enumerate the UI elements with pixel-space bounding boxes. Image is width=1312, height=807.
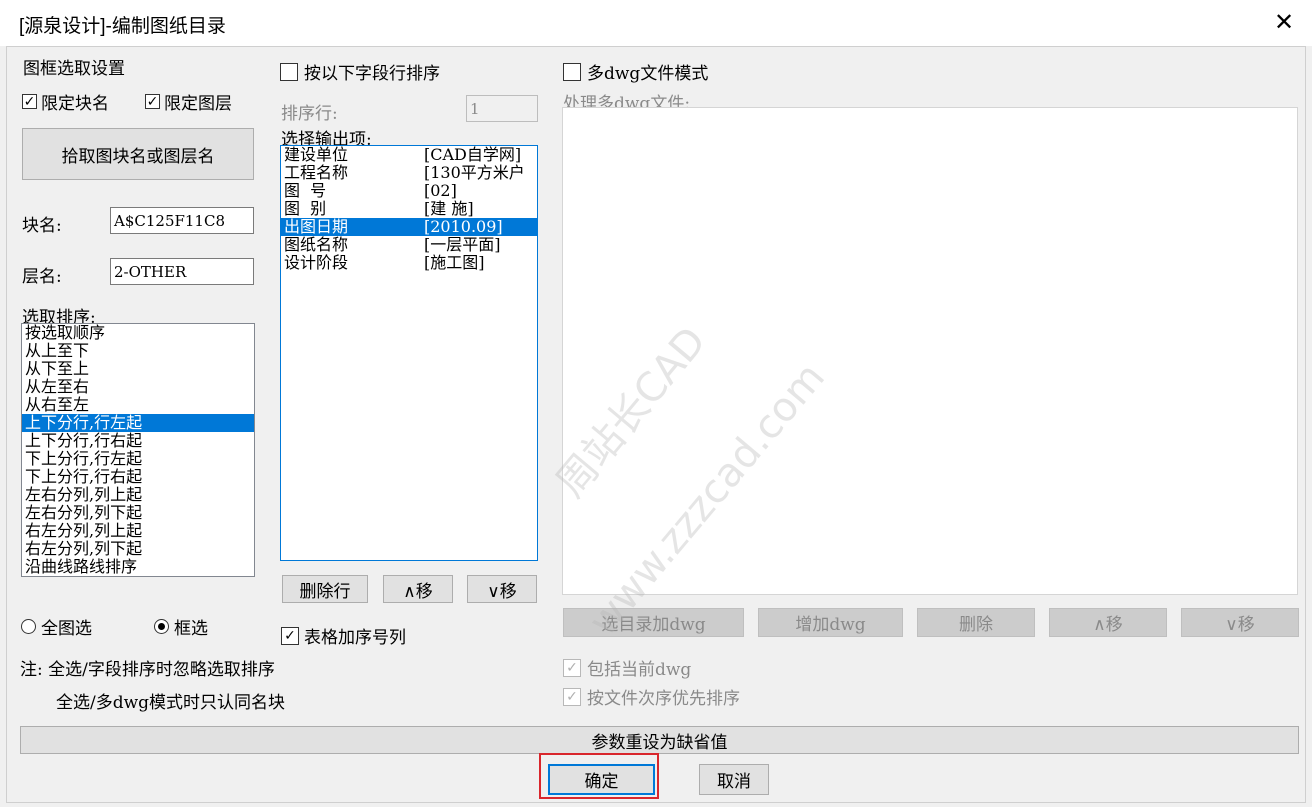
check-icon: ✓ (22, 93, 37, 110)
sort-checkbox[interactable]: 按以下字段行排序 (280, 59, 440, 84)
output-listbox[interactable]: 建设单位 [CAD自学网] 工程名称 [130平方米户图 号 [02] 图 别 [建 施] 出… (280, 145, 538, 561)
layer-name-input[interactable]: 2-OTHER (110, 258, 254, 285)
table-seq-label: 表格加序号列 (304, 628, 406, 648)
radio-icon (21, 619, 36, 634)
cancel-button[interactable]: 取消 (699, 764, 769, 795)
group-title: 图框选取设置 (23, 59, 125, 79)
radio-box-label: 框选 (174, 619, 208, 639)
check-icon: ✓ (281, 626, 299, 645)
order-list-item[interactable]: 沿曲线路线排序 (22, 558, 254, 576)
layer-name-label: 层名: (22, 267, 62, 287)
limit-block-checkbox[interactable]: ✓ 限定块名 (22, 89, 109, 114)
output-item-name: 出图日期 (284, 217, 349, 236)
sort-checkbox-label: 按以下字段行排序 (304, 64, 440, 84)
output-item-name: 建设单位 (284, 145, 349, 164)
output-list-item[interactable]: 工程名称 [130平方米户 (281, 164, 537, 182)
order-list-item[interactable]: 右左分列,列下起 (22, 540, 254, 558)
output-item-name: 设计阶段 (284, 253, 349, 272)
radio-all-label: 全图选 (41, 619, 92, 639)
output-list-item[interactable]: 设计阶段 [施工图] (281, 254, 537, 272)
dwg-move-down-button[interactable]: ∨移 (1181, 608, 1299, 637)
output-item-value: [2010.09] (424, 217, 503, 236)
output-item-value: [建 施] (424, 199, 474, 218)
output-list-item[interactable]: 图 别 [建 施] (281, 200, 537, 218)
delete-dwg-button[interactable]: 删除 (917, 608, 1035, 637)
checkbox-empty-icon (563, 62, 581, 81)
dwg-move-up-button[interactable]: ∧移 (1049, 608, 1167, 637)
order-list-item[interactable]: 右左分列,列上起 (22, 522, 254, 540)
table-seq-checkbox[interactable]: ✓ 表格加序号列 (281, 623, 406, 648)
limit-layer-label: 限定图层 (164, 94, 232, 114)
output-list-item[interactable]: 出图日期 [2010.09] (281, 218, 537, 236)
output-item-value: [130平方米户 (424, 163, 525, 182)
output-item-name: 图 号 (284, 181, 327, 200)
order-list-item[interactable]: 上下分行,行左起 (22, 414, 254, 432)
order-list-item[interactable]: 从右至左 (22, 396, 254, 414)
check-icon: ✓ (145, 93, 160, 110)
sort-row-input[interactable]: 1 (466, 95, 538, 122)
output-item-value: [02] (424, 181, 457, 200)
window-title: [源泉设计]-编制图纸目录 (19, 16, 226, 37)
file-order-checkbox[interactable]: ✓ 按文件次序优先排序 (563, 684, 740, 709)
order-listbox[interactable]: 按选取顺序 从上至下 从下至上 从左至右 从右至左 上下分行,行左起 上下分行,行右起 下上分… (21, 323, 255, 577)
note-line-2: 全选/多dwg模式时只认同名块 (56, 693, 286, 713)
output-item-value: [施工图] (424, 253, 485, 272)
order-list-item[interactable]: 按选取顺序 (22, 324, 254, 342)
move-down-button[interactable]: ∨移 (467, 575, 537, 603)
radio-selected-icon (154, 619, 169, 634)
check-icon: ✓ (563, 687, 581, 706)
dwg-file-list[interactable] (562, 107, 1298, 595)
order-list-item[interactable]: 上下分行,行右起 (22, 432, 254, 450)
radio-box[interactable]: 框选 (154, 614, 208, 639)
sort-row-label: 排序行: (281, 104, 338, 124)
file-order-label: 按文件次序优先排序 (587, 689, 740, 709)
note-line-1: 注: 全选/字段排序时忽略选取排序 (20, 660, 275, 680)
order-list-item[interactable]: 从左至右 (22, 378, 254, 396)
order-list-item[interactable]: 从上至下 (22, 342, 254, 360)
checkbox-empty-icon (280, 62, 298, 81)
multi-dwg-checkbox[interactable]: 多dwg文件模式 (563, 59, 708, 84)
include-current-checkbox[interactable]: ✓ 包括当前dwg (563, 655, 691, 680)
pick-block-button[interactable]: 拾取图块名或图层名 (22, 128, 254, 180)
order-list-item[interactable]: 下上分行,行左起 (22, 450, 254, 468)
add-dwg-button[interactable]: 增加dwg (758, 608, 903, 637)
ok-button[interactable]: 确定 (548, 764, 655, 795)
delete-row-button[interactable]: 删除行 (282, 575, 368, 603)
output-item-value: [一层平面] (424, 235, 501, 254)
output-list-item[interactable]: 图 号 [02] (281, 182, 537, 200)
order-list-item[interactable]: 下上分行,行右起 (22, 468, 254, 486)
limit-block-label: 限定块名 (41, 94, 109, 114)
add-dir-dwg-button[interactable]: 选目录加dwg (563, 608, 744, 637)
close-icon[interactable]: ✕ (1270, 8, 1298, 36)
output-list-item[interactable]: 图纸名称 [一层平面] (281, 236, 537, 254)
output-item-name: 图 别 (284, 199, 327, 218)
block-name-input[interactable]: A$C125F11C8 (110, 207, 254, 234)
check-icon: ✓ (563, 658, 581, 677)
radio-all[interactable]: 全图选 (21, 614, 92, 639)
order-list-item[interactable]: 从下至上 (22, 360, 254, 378)
limit-layer-checkbox[interactable]: ✓ 限定图层 (145, 89, 232, 114)
output-item-name: 图纸名称 (284, 235, 349, 254)
block-name-label: 块名: (22, 216, 62, 236)
multi-dwg-label: 多dwg文件模式 (587, 64, 709, 84)
move-up-button[interactable]: ∧移 (383, 575, 453, 603)
include-current-label: 包括当前dwg (587, 660, 692, 680)
reset-defaults-button[interactable]: 参数重设为缺省值 (20, 726, 1299, 754)
order-list-item[interactable]: 左右分列,列下起 (22, 504, 254, 522)
output-item-value: [CAD自学网] (424, 145, 522, 164)
order-list-item[interactable]: 左右分列,列上起 (22, 486, 254, 504)
output-list-item[interactable]: 建设单位 [CAD自学网] (281, 146, 537, 164)
output-item-name: 工程名称 (284, 163, 349, 182)
